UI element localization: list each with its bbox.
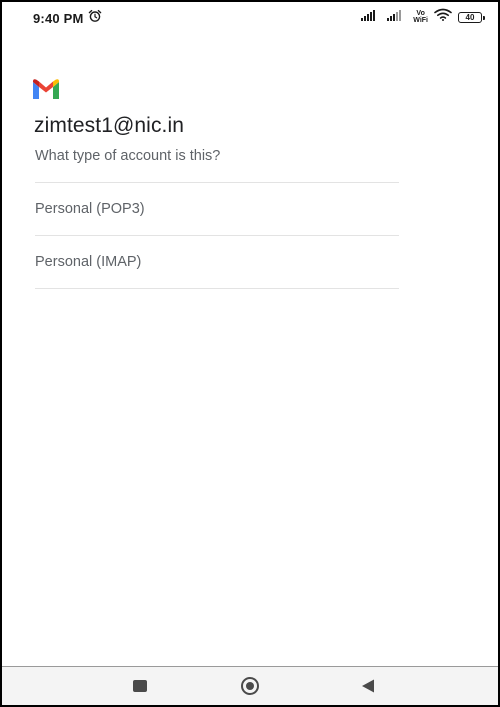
vowifi-indicator: Vo WiFi [413, 10, 428, 24]
vowifi-label-top: Vo [416, 10, 425, 17]
alarm-clock-icon [88, 9, 102, 28]
wifi-icon [434, 8, 452, 26]
phone-screen: 9:40 PM Vo WiFi 40 zimtest1@nic.in What … [0, 0, 500, 707]
battery-indicator: 40 [458, 11, 485, 23]
account-type-options: Personal (POP3) Personal (IMAP) [35, 182, 399, 289]
status-right-group: Vo WiFi 40 [361, 8, 485, 26]
option-personal-pop3[interactable]: Personal (POP3) [35, 183, 399, 235]
back-triangle-icon [362, 679, 374, 693]
signal-strength-secondary-icon [387, 8, 407, 26]
recents-button[interactable] [130, 676, 150, 696]
recents-square-icon [133, 680, 147, 692]
vowifi-label-bottom: WiFi [413, 17, 428, 24]
divider [35, 288, 399, 289]
account-type-question: What type of account is this? [35, 148, 221, 164]
gmail-icon [33, 79, 59, 101]
home-circle-icon [241, 677, 259, 695]
status-time: 9:40 PM [33, 11, 84, 26]
status-time-group: 9:40 PM [33, 9, 102, 28]
account-email: zimtest1@nic.in [34, 114, 185, 137]
signal-strength-icon [361, 8, 381, 26]
back-button[interactable] [358, 676, 378, 696]
option-personal-imap[interactable]: Personal (IMAP) [35, 236, 399, 288]
status-bar: 9:40 PM Vo WiFi 40 [2, 2, 498, 32]
home-button[interactable] [240, 676, 260, 696]
navigation-bar [2, 666, 498, 705]
